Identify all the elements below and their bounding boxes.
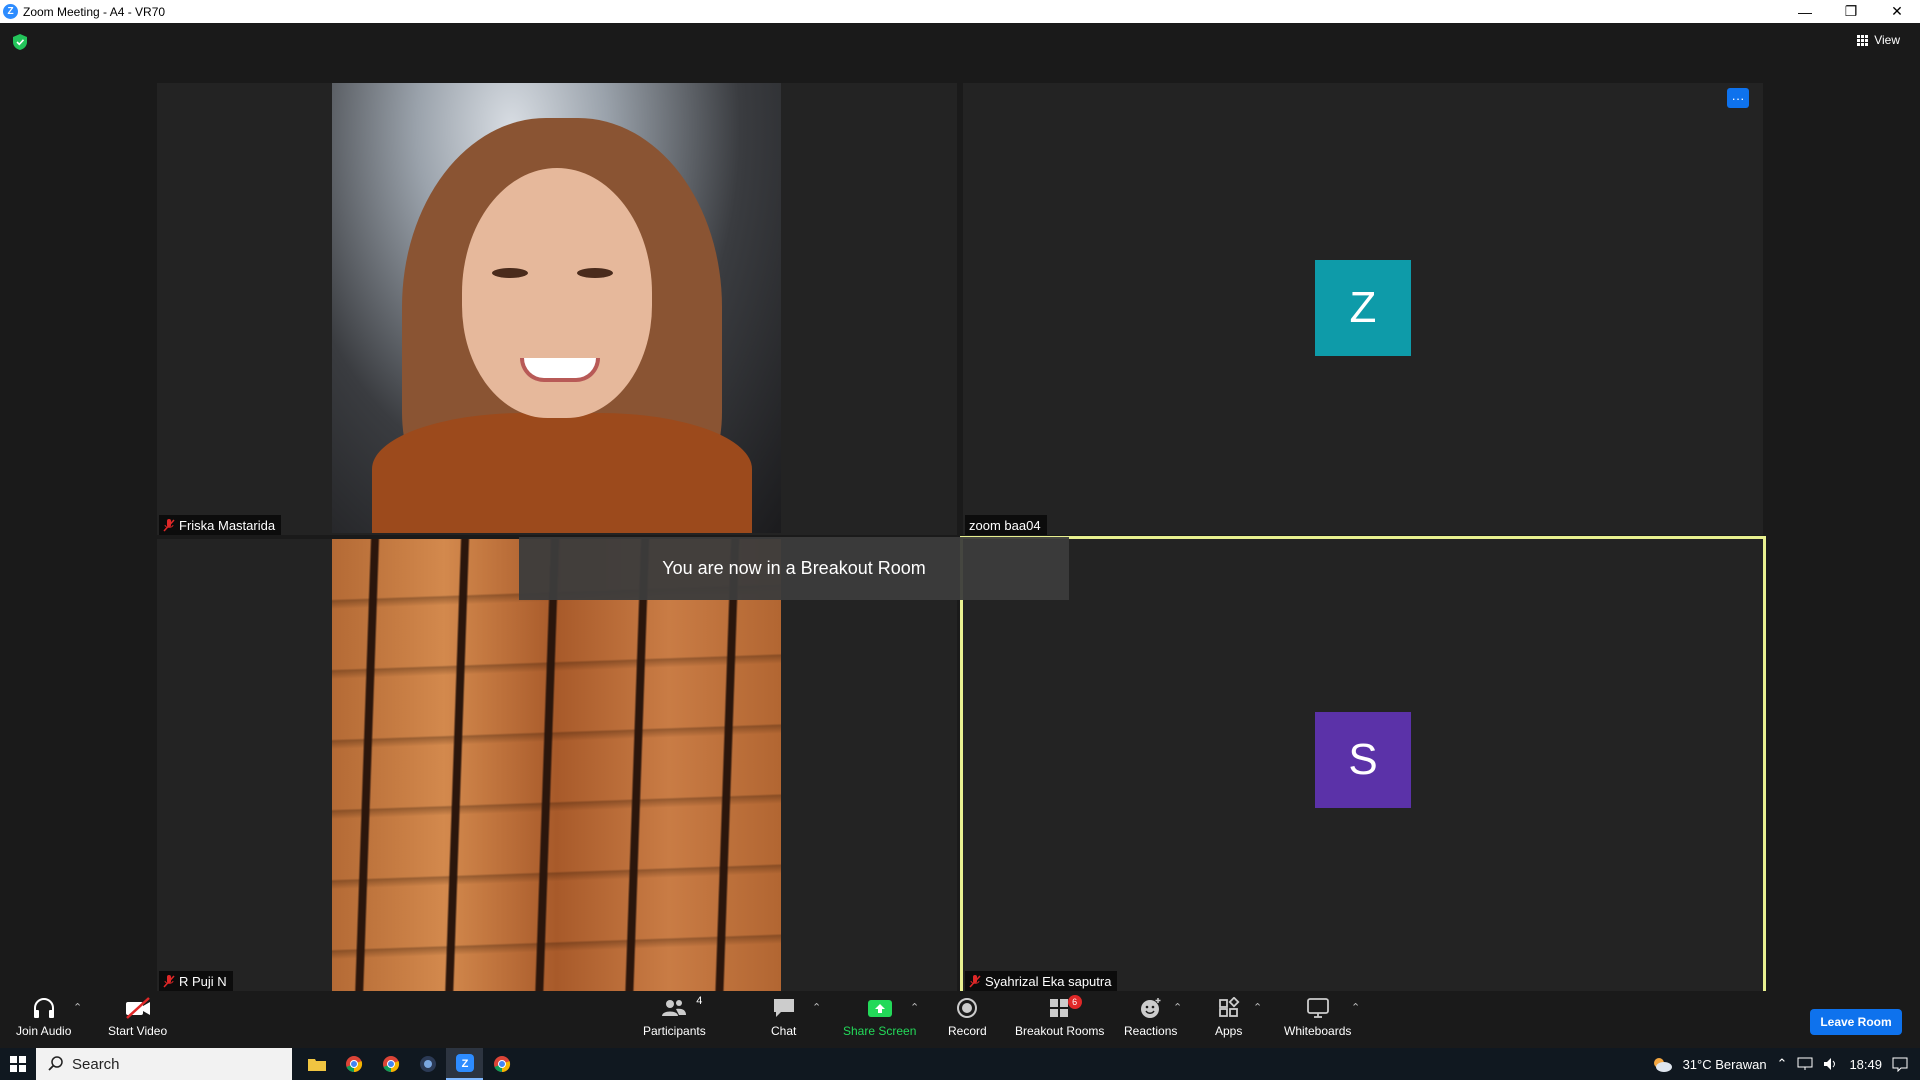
avatar: S xyxy=(1315,712,1411,808)
participant-name: Friska Mastarida xyxy=(179,517,276,533)
apps-icon xyxy=(1218,997,1240,1017)
chat-button[interactable]: Chat xyxy=(771,995,796,1038)
mic-muted-icon xyxy=(163,974,175,988)
audio-options-chevron-icon[interactable]: ⌃ xyxy=(73,1001,82,1014)
apps-label: Apps xyxy=(1215,1024,1243,1038)
taskbar-apps: Z xyxy=(298,1048,520,1080)
apps-options-chevron-icon[interactable]: ⌃ xyxy=(1253,1001,1262,1014)
breakout-rooms-label: Breakout Rooms xyxy=(1015,1024,1105,1038)
reactions-button[interactable]: Reactions xyxy=(1124,995,1177,1038)
taskbar-search[interactable]: Search xyxy=(36,1048,292,1080)
view-label: View xyxy=(1874,33,1900,47)
meeting-area: View Friska Mastarida ··· Z zoom baa04 R… xyxy=(0,23,1920,994)
start-button[interactable] xyxy=(0,1048,36,1080)
chrome-icon[interactable] xyxy=(483,1048,520,1080)
file-explorer-icon[interactable] xyxy=(298,1048,335,1080)
share-screen-icon xyxy=(867,1000,892,1017)
video-off-icon xyxy=(125,997,150,1019)
reactions-icon xyxy=(1140,998,1161,1018)
whiteboards-options-chevron-icon[interactable]: ⌃ xyxy=(1351,1001,1360,1014)
participant-name: R Puji N xyxy=(179,973,227,989)
grid-icon xyxy=(1857,34,1869,46)
mic-muted-icon xyxy=(163,518,175,532)
video-tile[interactable]: Friska Mastarida xyxy=(157,83,957,535)
window-controls: — ❐ ✕ xyxy=(1782,0,1920,23)
share-screen-label: Share Screen xyxy=(843,1024,917,1038)
whiteboard-icon xyxy=(1306,998,1329,1018)
record-icon xyxy=(957,998,978,1018)
search-icon xyxy=(48,1056,63,1071)
zoom-logo-icon: Z xyxy=(3,4,18,19)
network-icon[interactable] xyxy=(1797,1057,1813,1071)
video-tile[interactable]: R Puji N xyxy=(157,539,957,991)
participants-label: Participants xyxy=(643,1024,706,1038)
participant-name: Syahrizal Eka saputra xyxy=(985,973,1112,989)
chrome-icon[interactable] xyxy=(335,1048,372,1080)
headphones-icon xyxy=(33,998,54,1018)
more-options-button[interactable]: ··· xyxy=(1727,88,1749,108)
participants-count: 4 xyxy=(696,995,703,1007)
weather-text[interactable]: 31°C Berawan xyxy=(1683,1057,1767,1072)
record-button[interactable]: Record xyxy=(948,995,987,1038)
start-video-button[interactable]: Start Video xyxy=(108,995,167,1038)
participant-name: zoom baa04 xyxy=(969,517,1041,533)
apps-button[interactable]: Apps xyxy=(1215,995,1242,1038)
chat-icon xyxy=(773,999,794,1017)
join-audio-button[interactable]: Join Audio xyxy=(16,995,71,1038)
zoom-taskbar-icon[interactable]: Z xyxy=(446,1048,483,1080)
participant-video xyxy=(332,83,781,533)
search-label: Search xyxy=(72,1055,120,1073)
participant-name-tag: Syahrizal Eka saputra xyxy=(965,971,1118,991)
reactions-label: Reactions xyxy=(1124,1024,1178,1038)
chat-label: Chat xyxy=(771,1024,797,1038)
video-tile[interactable]: ··· Z zoom baa04 xyxy=(963,83,1763,535)
participant-video xyxy=(332,539,781,991)
show-hidden-icons-chevron-icon[interactable]: ⌃ xyxy=(1777,1056,1788,1072)
system-tray: 31°C Berawan ⌃ 18:49 xyxy=(1651,1048,1920,1080)
title-bar: Z Zoom Meeting - A4 - VR70 — ❐ ✕ xyxy=(0,0,1920,23)
share-options-chevron-icon[interactable]: ⌃ xyxy=(910,1001,919,1014)
minimize-button[interactable]: — xyxy=(1782,0,1828,23)
participant-name-tag: Friska Mastarida xyxy=(159,515,282,535)
security-shield-icon[interactable] xyxy=(13,34,27,50)
start-video-label: Start Video xyxy=(108,1024,168,1038)
close-button[interactable]: ✕ xyxy=(1874,0,1920,23)
record-label: Record xyxy=(948,1024,987,1038)
notifications-icon[interactable] xyxy=(1892,1056,1908,1072)
svg-text:Z: Z xyxy=(461,1058,468,1070)
participant-name-tag: R Puji N xyxy=(159,971,233,991)
video-tile-active-speaker[interactable]: S Syahrizal Eka saputra xyxy=(960,536,1766,994)
whiteboards-button[interactable]: Whiteboards xyxy=(1284,995,1351,1038)
breakout-room-notification: You are now in a Breakout Room xyxy=(519,537,1069,600)
leave-room-button[interactable]: Leave Room xyxy=(1810,1009,1902,1035)
participants-icon xyxy=(662,1000,687,1016)
clock[interactable]: 18:49 xyxy=(1849,1057,1882,1072)
weather-icon[interactable] xyxy=(1651,1055,1673,1073)
meeting-toolbar: Join Audio ⌃ Start Video 4 Participants … xyxy=(0,991,1920,1048)
share-screen-button[interactable]: Share Screen xyxy=(843,995,916,1038)
breakout-rooms-badge: 6 xyxy=(1067,995,1082,1009)
window-title: Zoom Meeting - A4 - VR70 xyxy=(23,4,166,19)
reactions-options-chevron-icon[interactable]: ⌃ xyxy=(1173,1001,1182,1014)
join-audio-label: Join Audio xyxy=(16,1024,72,1038)
participants-button[interactable]: 4 Participants xyxy=(643,995,706,1038)
participant-name-tag: zoom baa04 xyxy=(965,515,1047,535)
windows-taskbar: Search Z 31°C Berawan ⌃ 18:49 xyxy=(0,1048,1920,1080)
whiteboards-label: Whiteboards xyxy=(1284,1024,1352,1038)
windows-logo-icon xyxy=(10,1056,26,1072)
avatar: Z xyxy=(1315,260,1411,356)
restore-button[interactable]: ❐ xyxy=(1828,0,1874,23)
mic-muted-icon xyxy=(969,974,981,988)
view-button[interactable]: View xyxy=(1857,33,1900,47)
breakout-rooms-button[interactable]: 6 Breakout Rooms xyxy=(1015,995,1104,1038)
app-icon[interactable] xyxy=(409,1048,446,1080)
volume-icon[interactable] xyxy=(1823,1057,1839,1071)
chrome-profile-icon[interactable] xyxy=(372,1048,409,1080)
chat-options-chevron-icon[interactable]: ⌃ xyxy=(812,1001,821,1014)
